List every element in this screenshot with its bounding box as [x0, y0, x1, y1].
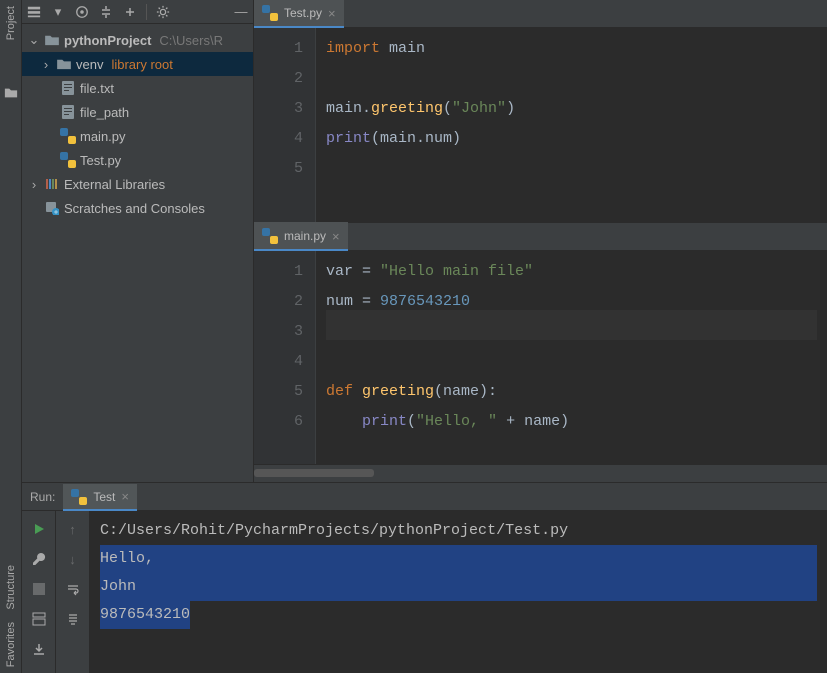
text-file-icon [60, 104, 76, 120]
python-file-icon [71, 489, 87, 505]
run-actions-right: ↑ ↓ [56, 511, 90, 673]
chevron-down-icon[interactable]: ⌄ [28, 32, 40, 48]
tree-label: file.txt [80, 81, 114, 96]
project-view-icon[interactable] [26, 4, 42, 20]
scrollbar[interactable] [254, 464, 827, 482]
tab-label: main.py [284, 229, 326, 243]
tree-label: Scratches and Consoles [64, 201, 205, 216]
python-file-icon [60, 128, 76, 144]
run-body: ↑ ↓ C:/Users/Rohit/PycharmProjects/pytho… [22, 511, 827, 673]
run-actions-left [22, 511, 56, 673]
tree-file[interactable]: file_path [22, 100, 253, 124]
editor-tabs: main.py × [254, 223, 827, 251]
export-icon[interactable] [29, 639, 49, 659]
run-label: Run: [30, 490, 55, 504]
run-tab[interactable]: Test × [63, 484, 137, 510]
chevron-right-icon[interactable]: › [40, 57, 52, 72]
tree-hint: C:\Users\R [159, 33, 223, 48]
folder-icon [4, 86, 18, 100]
libraries-icon [44, 176, 60, 192]
output-line: 9876543210 [100, 601, 817, 629]
folder-icon [44, 32, 60, 48]
editor-area: Test.py × 12345import main main.greeting… [254, 0, 827, 482]
target-icon[interactable] [74, 4, 90, 20]
project-panel: ▾ — ⌄ pythonProject C:\Users\R › venv li… [22, 0, 254, 482]
arrow-down-icon[interactable]: ↓ [63, 549, 83, 569]
dropdown-icon[interactable]: ▾ [50, 4, 66, 20]
close-icon[interactable]: × [328, 6, 336, 21]
tab-main-py[interactable]: main.py × [254, 222, 348, 250]
wrench-icon[interactable] [29, 549, 49, 569]
tree-scratches[interactable]: › Scratches and Consoles [22, 196, 253, 220]
tree-external-libraries[interactable]: › External Libraries [22, 172, 253, 196]
layout-icon[interactable] [29, 609, 49, 629]
run-tab-label: Test [93, 490, 115, 504]
tab-test-py[interactable]: Test.py × [254, 0, 344, 27]
run-output[interactable]: C:/Users/Rohit/PycharmProjects/pythonPro… [90, 511, 827, 673]
output-line: C:/Users/Rohit/PycharmProjects/pythonPro… [100, 517, 817, 545]
tree-label: Test.py [80, 153, 121, 168]
settings-icon[interactable] [155, 4, 171, 20]
python-file-icon [262, 5, 278, 21]
close-icon[interactable]: × [332, 229, 340, 244]
tree-label: main.py [80, 129, 126, 144]
favorites-tool-button[interactable]: Favorites [5, 616, 17, 673]
tree-file[interactable]: file.txt [22, 76, 253, 100]
structure-tool-button[interactable]: Structure [5, 559, 17, 616]
soft-wrap-icon[interactable] [63, 579, 83, 599]
project-tool-button[interactable]: Project [5, 0, 17, 46]
editor-tabs: Test.py × [254, 0, 827, 28]
scroll-to-end-icon[interactable] [63, 609, 83, 629]
tree-label: file_path [80, 105, 129, 120]
close-icon[interactable]: × [121, 489, 129, 504]
arrow-up-icon[interactable]: ↑ [63, 519, 83, 539]
tab-label: Test.py [284, 6, 322, 20]
expand-all-icon[interactable] [98, 4, 114, 20]
tree-file[interactable]: Test.py [22, 148, 253, 172]
editor-pane-top: Test.py × 12345import main main.greeting… [254, 0, 827, 222]
tree-venv[interactable]: › venv library root [22, 52, 253, 76]
chevron-right-icon[interactable]: › [28, 177, 40, 192]
output-line: Hello, John [100, 545, 817, 601]
tree-label: pythonProject [64, 33, 151, 48]
tree-hint: library root [111, 57, 172, 72]
editor-pane-bottom: main.py × 123456var = "Hello main file"n… [254, 223, 827, 464]
divider [146, 4, 147, 20]
tree-label: External Libraries [64, 177, 165, 192]
collapse-all-icon[interactable] [122, 4, 138, 20]
run-icon[interactable] [29, 519, 49, 539]
python-file-icon [60, 152, 76, 168]
run-tool-window: Run: Test × ↑ ↓ C:/Users/Rohit/PycharmPr… [22, 482, 827, 673]
minimize-icon[interactable]: — [233, 4, 249, 20]
stop-icon[interactable] [29, 579, 49, 599]
run-header: Run: Test × [22, 483, 827, 511]
tree-file[interactable]: main.py [22, 124, 253, 148]
code-editor[interactable]: 12345import main main.greeting("John")pr… [254, 28, 827, 222]
tree-project-root[interactable]: ⌄ pythonProject C:\Users\R [22, 28, 253, 52]
code-editor[interactable]: 123456var = "Hello main file"num = 98765… [254, 251, 827, 464]
python-file-icon [262, 228, 278, 244]
project-tree[interactable]: ⌄ pythonProject C:\Users\R › venv librar… [22, 24, 253, 224]
project-toolbar: ▾ — [22, 0, 253, 24]
tree-label: venv [76, 57, 103, 72]
text-file-icon [60, 80, 76, 96]
scratches-icon [44, 200, 60, 216]
folder-icon [56, 56, 72, 72]
left-tool-rail: Project Structure Favorites [0, 0, 22, 673]
